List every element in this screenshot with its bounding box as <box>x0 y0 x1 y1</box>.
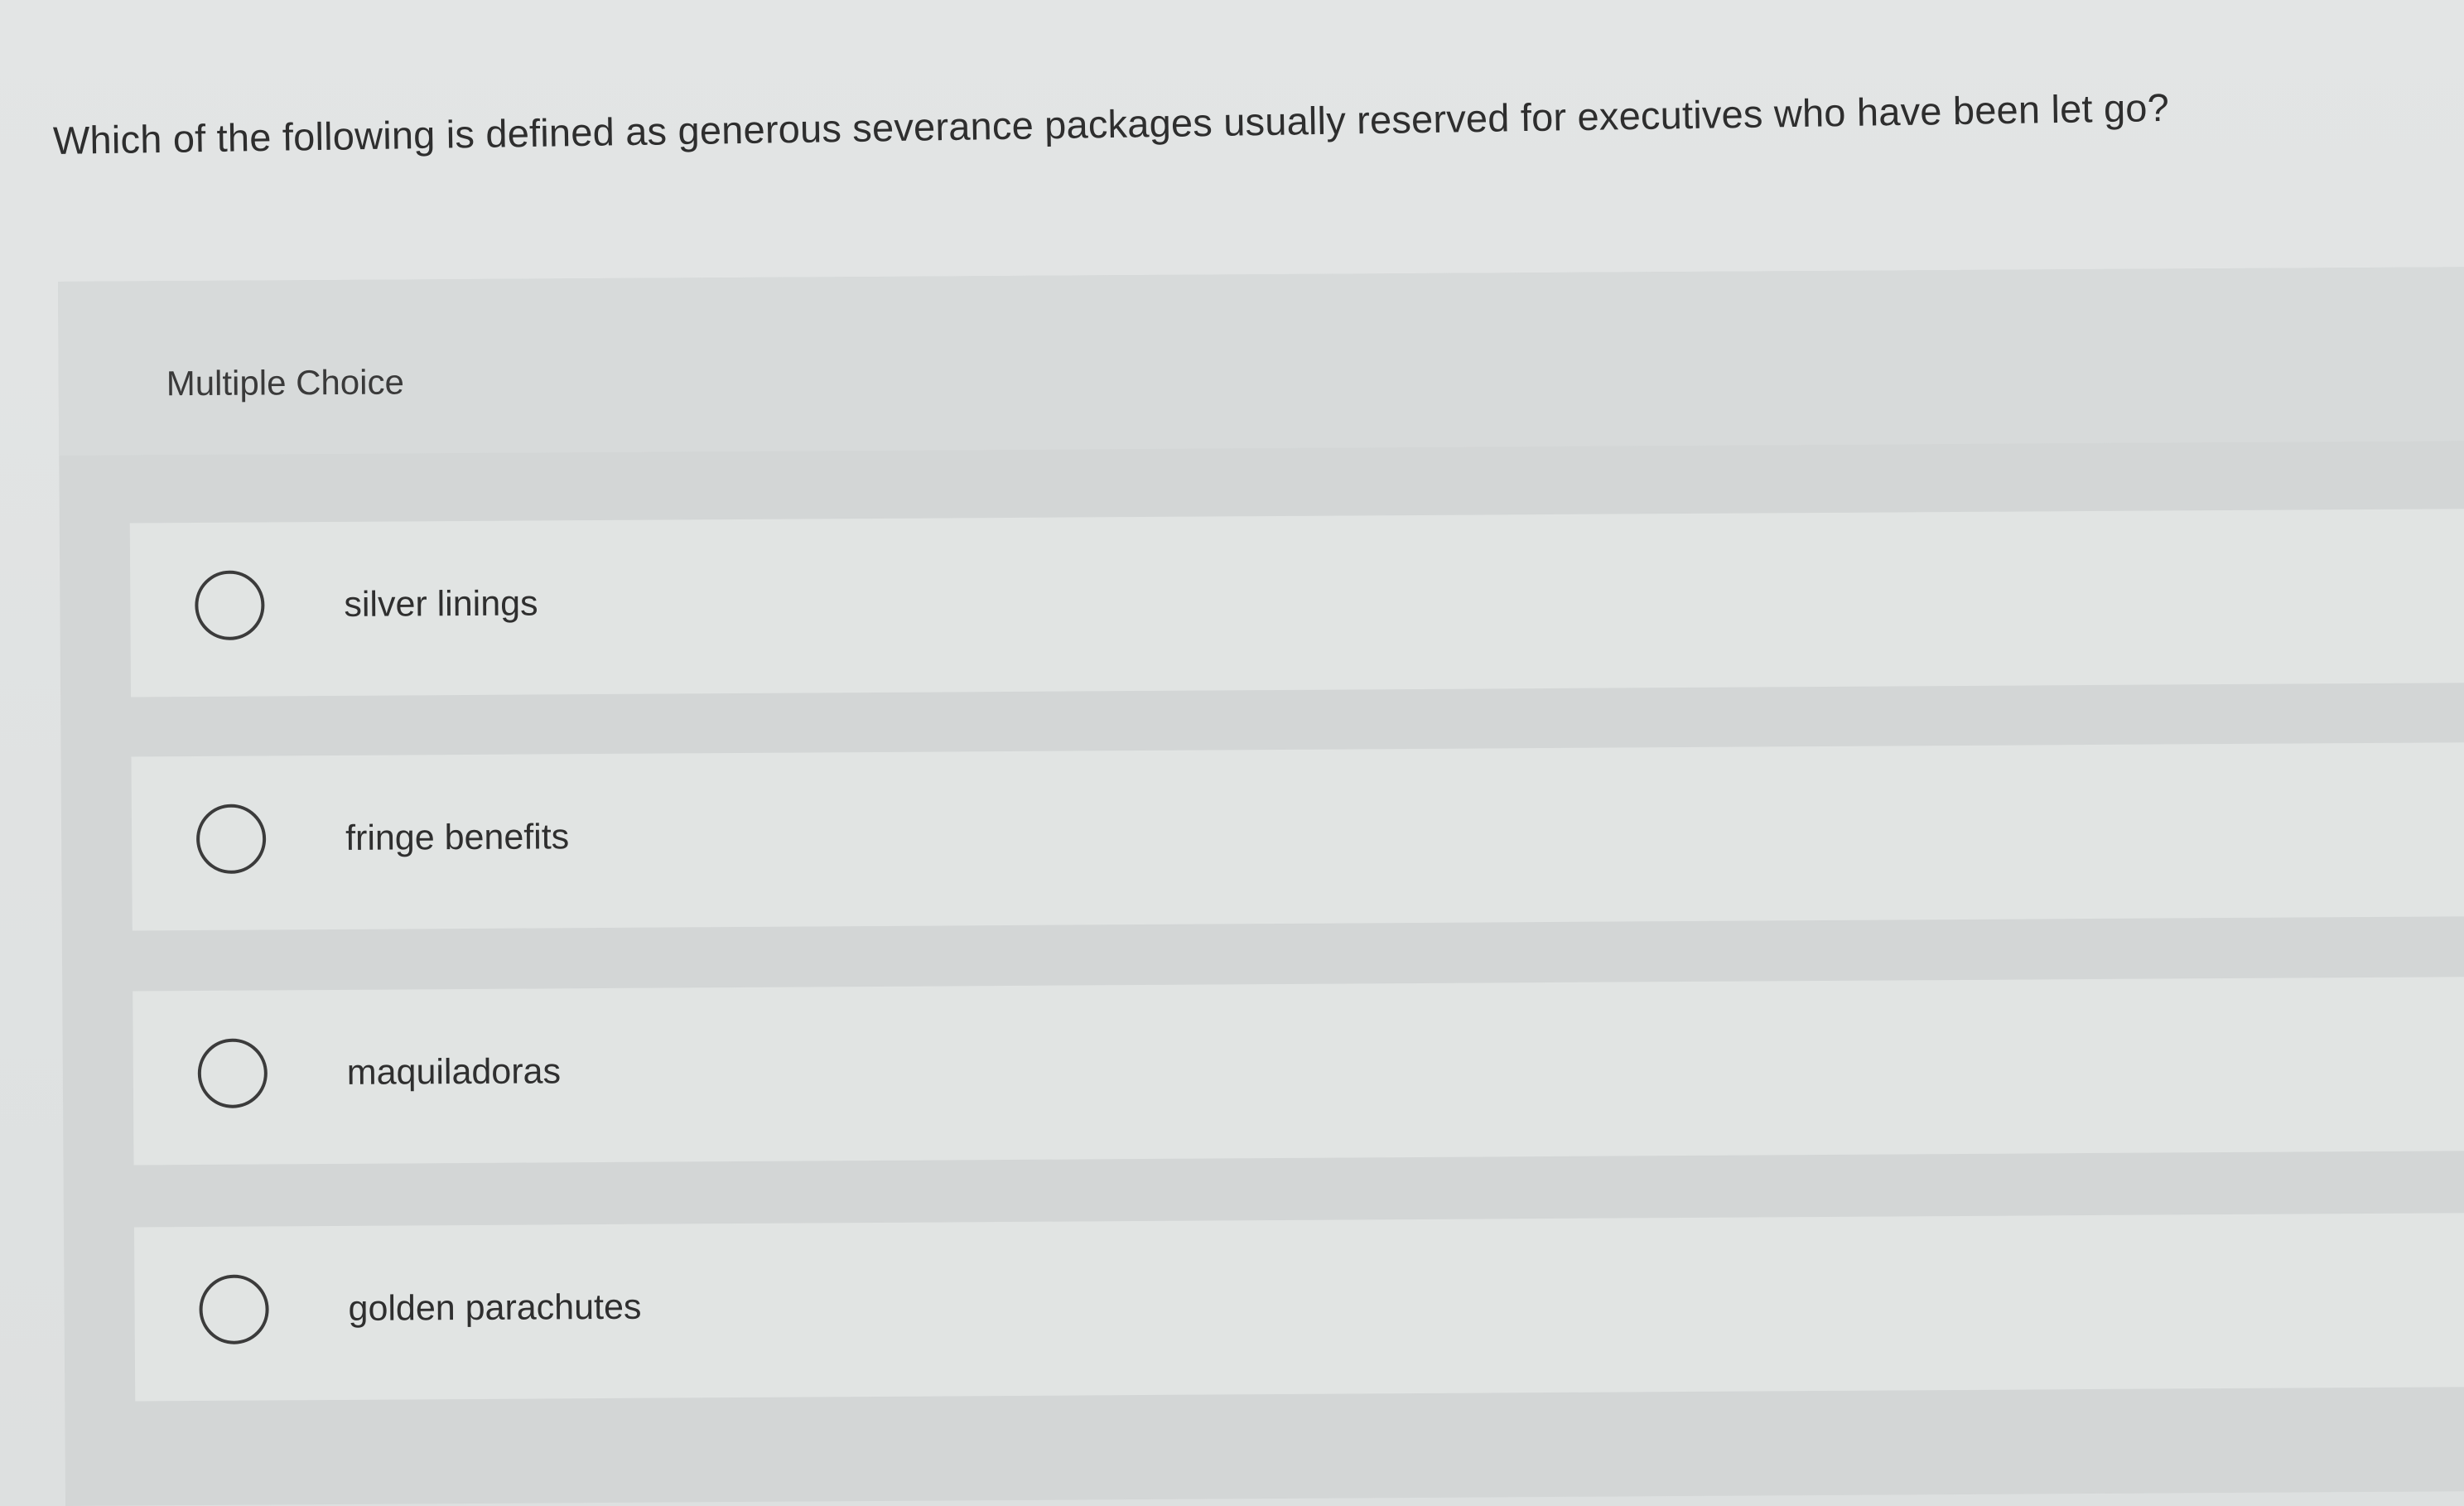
multiple-choice-title: Multiple Choice <box>166 362 405 403</box>
option-label[interactable]: golden parachutes <box>348 1287 641 1330</box>
multiple-choice-header: Multiple Choice <box>58 267 2464 456</box>
radio-unchecked-icon[interactable] <box>195 570 265 640</box>
option-fringe-benefits[interactable]: fringe benefits <box>131 742 2464 931</box>
radio-unchecked-icon[interactable] <box>195 804 267 874</box>
question-text: Which of the following is defined as gen… <box>52 84 2170 162</box>
option-golden-parachutes[interactable]: golden parachutes <box>133 1213 2464 1402</box>
quiz-page: Which of the following is defined as gen… <box>0 0 2464 1506</box>
option-maquiladoras[interactable]: maquiladoras <box>133 977 2464 1166</box>
option-silver-linings[interactable]: silver linings <box>129 509 2464 697</box>
radio-unchecked-icon[interactable] <box>199 1274 269 1344</box>
option-label[interactable]: fringe benefits <box>345 817 569 859</box>
option-label[interactable]: silver linings <box>344 583 538 625</box>
option-label[interactable]: maquiladoras <box>347 1051 561 1093</box>
multiple-choice-panel: Multiple Choice silver linings fringe be… <box>58 267 2464 1506</box>
radio-unchecked-icon[interactable] <box>197 1038 268 1108</box>
